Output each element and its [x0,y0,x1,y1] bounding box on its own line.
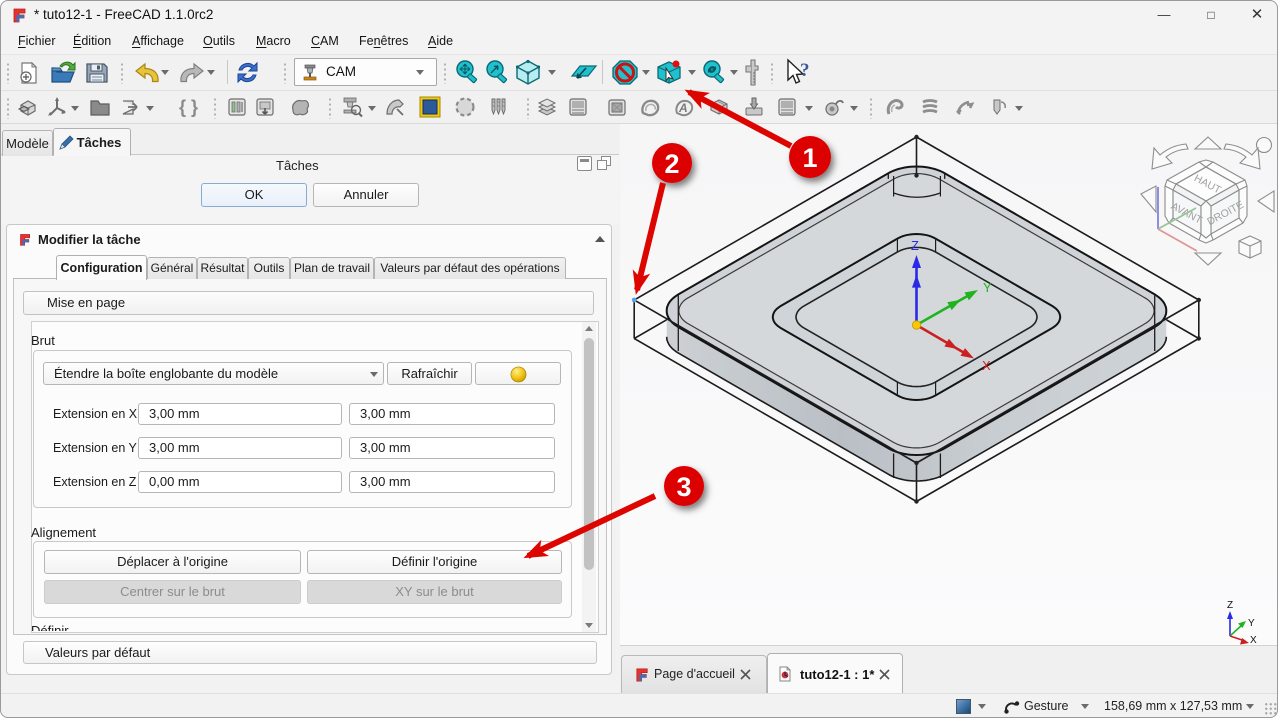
svg-text:A: A [678,101,688,115]
svg-text:Y: Y [1248,618,1255,629]
svg-text:{ }: { } [179,97,198,117]
svg-text:Z: Z [911,238,919,253]
svg-text:?: ? [800,60,810,81]
svg-text:Z: Z [1227,600,1233,611]
svg-text:X: X [982,358,991,373]
svg-text:X: X [1250,635,1257,645]
svg-text:Y: Y [983,280,992,295]
